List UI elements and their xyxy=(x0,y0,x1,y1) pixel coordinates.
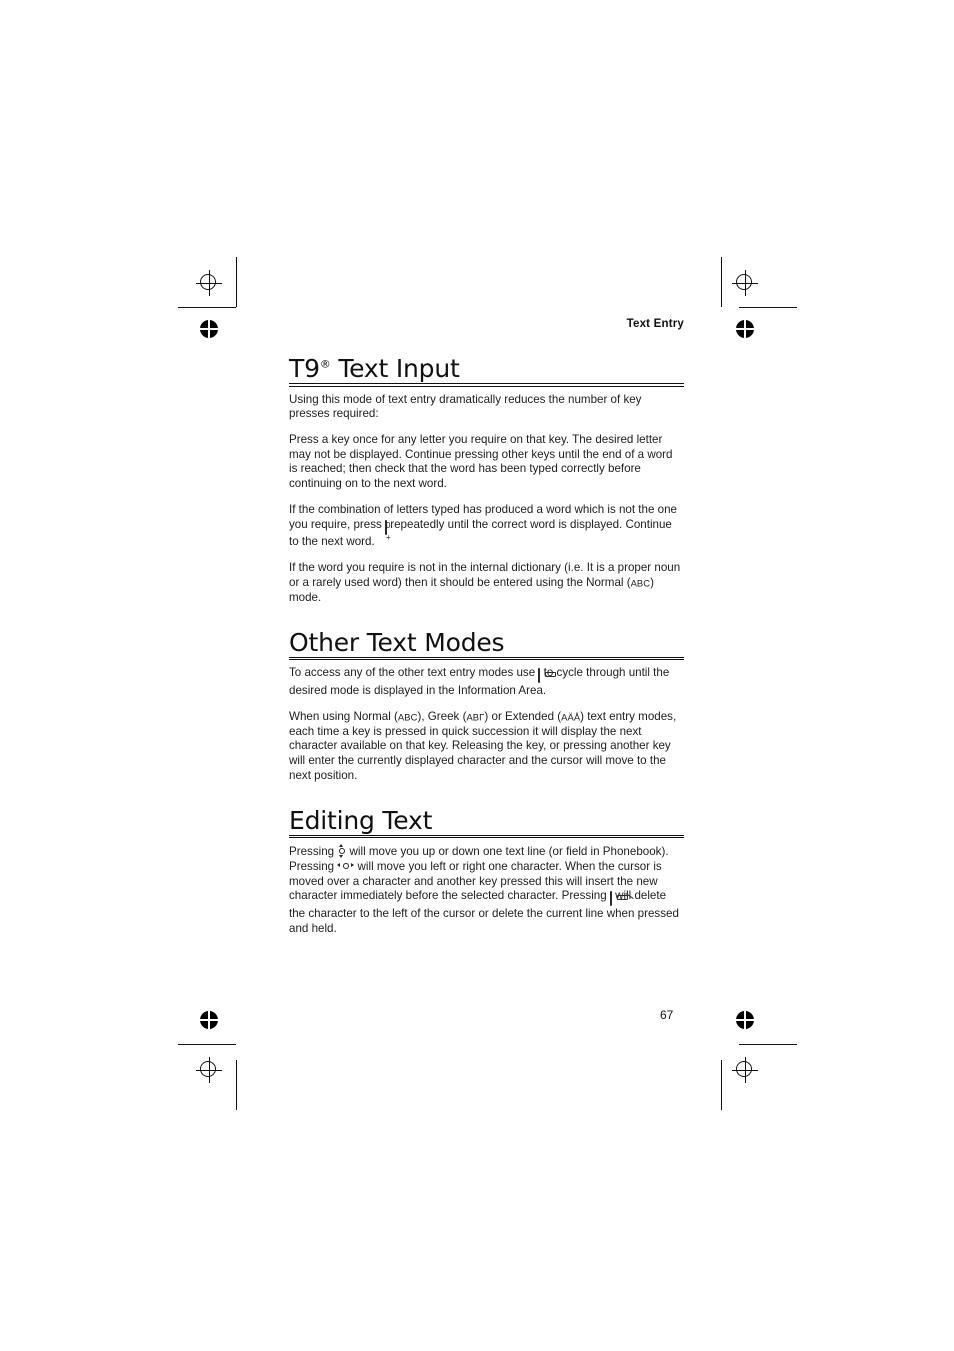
section-t9-text-input: T9® Text Input xyxy=(289,356,684,387)
heading-editing-text: Editing Text xyxy=(289,805,433,835)
paragraph-other-modes-usage-part3: ) or Extended ( xyxy=(484,709,562,723)
registration-mark-top-left xyxy=(196,270,222,296)
registration-mark-top-left-solid xyxy=(200,320,218,338)
running-head: Text Entry xyxy=(626,318,684,330)
mode-tag-greek: ABΓ xyxy=(466,711,485,723)
crop-line-bottom-right-vertical xyxy=(721,1060,722,1110)
crop-line-bottom-left-vertical xyxy=(236,1060,237,1110)
mode-tag-normal: ABC xyxy=(397,711,418,723)
paragraph-other-modes-usage-part1: When using Normal ( xyxy=(289,709,398,723)
registration-mark-bottom-left xyxy=(196,1057,222,1083)
paragraph-editing-part1: Pressing xyxy=(289,845,338,859)
paragraph-t9-intro: Using this mode of text entry dramatical… xyxy=(289,392,642,421)
heading-rule xyxy=(289,656,684,661)
crop-line-top-right-vertical xyxy=(721,257,722,307)
heading-rule xyxy=(289,834,684,839)
heading-t9-main: T9 xyxy=(289,354,320,383)
registration-mark-bottom-right xyxy=(732,1057,758,1083)
registration-mark-top-right-solid xyxy=(736,320,754,338)
page-number: 67 xyxy=(660,1008,674,1022)
delete-key-icon xyxy=(609,891,634,907)
paragraph-other-modes-access-part1: To access any of the other text entry mo… xyxy=(289,666,539,680)
mode-tag-normal: ABC xyxy=(630,577,651,589)
paragraph-other-modes-usage: When using Normal (ABC), Greek (ABΓ) or … xyxy=(289,710,684,784)
crop-line-bottom-right-horizontal xyxy=(739,1044,797,1045)
crop-line-top-right-horizontal xyxy=(739,307,797,308)
crop-line-bottom-left-horizontal xyxy=(178,1044,236,1045)
heading-t9-text-input: T9® Text Input xyxy=(289,356,460,382)
paragraph-t9-dictionary-part1: If the word you require is not in the in… xyxy=(289,560,681,589)
paragraph-other-modes-usage-part2: ), Greek ( xyxy=(417,709,467,723)
heading-t9-rest: Text Input xyxy=(330,354,460,383)
page-content: Text Entry T9® Text Input Using this mod… xyxy=(289,318,684,936)
paragraph-editing-text: Pressing will move you up or down one te… xyxy=(289,844,684,936)
paragraph-t9-combination: If the combination of letters typed has … xyxy=(289,503,684,550)
heading-other-text-modes: Other Text Modes xyxy=(289,627,505,657)
registration-mark-bottom-right-solid xyxy=(736,1011,754,1029)
paragraph-t9-dictionary: If the word you require is not in the in… xyxy=(289,561,684,606)
mode-cycle-key-icon xyxy=(538,668,557,684)
paragraph-t9-press-key: Press a key once for any letter you requ… xyxy=(289,433,673,491)
nav-left-right-icon xyxy=(337,861,355,871)
registration-mark-top-right xyxy=(732,270,758,296)
crop-line-top-left-horizontal xyxy=(178,307,236,308)
heading-rule xyxy=(289,383,684,387)
registered-trademark-icon: ® xyxy=(319,357,331,371)
zero-key-icon: 0 + xyxy=(385,519,391,542)
section-other-text-modes: Other Text Modes xyxy=(289,630,684,661)
crop-line-top-left-vertical xyxy=(236,257,237,307)
registration-mark-bottom-left-solid xyxy=(200,1011,218,1029)
paragraph-other-modes-access: To access any of the other text entry mo… xyxy=(289,666,684,698)
mode-tag-extended: AÄÅ xyxy=(561,711,581,723)
nav-up-down-icon xyxy=(337,844,346,859)
section-editing-text: Editing Text xyxy=(289,808,684,839)
